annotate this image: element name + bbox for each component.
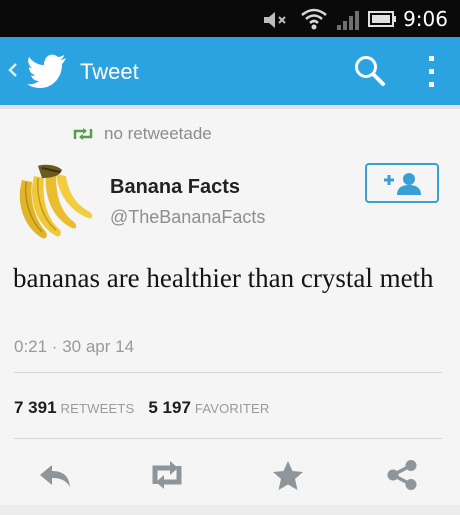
back-icon[interactable]	[6, 57, 20, 83]
share-icon[interactable]	[382, 459, 422, 491]
tweet-timestamp: 0:21 · 30 apr 14	[14, 337, 135, 356]
page-title: Tweet	[80, 59, 139, 84]
add-user-icon	[384, 173, 421, 195]
overflow-menu-icon[interactable]	[422, 53, 442, 91]
twitter-bird-icon[interactable]	[26, 52, 68, 90]
favorites-label[interactable]: FAVORITER	[195, 401, 270, 416]
banana-bunch-image	[19, 164, 93, 239]
divider	[14, 438, 442, 439]
status-bar: 9:06	[0, 0, 460, 37]
search-icon[interactable]	[352, 53, 388, 89]
author-name[interactable]: Banana Facts	[110, 176, 240, 199]
favorites-count[interactable]: 5 197	[148, 398, 191, 417]
action-bar-shadow	[0, 105, 460, 109]
bottom-edge	[0, 505, 460, 515]
tweet-actions	[0, 455, 460, 495]
author-handle[interactable]: @TheBananaFacts	[110, 207, 265, 228]
tweet-text: bananas are healthier than crystal meth	[13, 263, 434, 293]
mute-icon	[264, 12, 286, 28]
signal-icon	[337, 11, 359, 30]
retweets-count[interactable]: 7 391	[14, 398, 57, 417]
divider	[14, 372, 442, 373]
action-bar: Tweet	[0, 37, 460, 105]
retweet-icon[interactable]	[147, 459, 187, 491]
follow-button[interactable]	[365, 163, 439, 203]
avatar[interactable]	[12, 160, 98, 246]
reply-icon[interactable]	[36, 459, 76, 491]
retweets-label[interactable]: RETWEETS	[61, 401, 135, 416]
wifi-icon	[301, 8, 327, 30]
favorite-icon[interactable]	[268, 459, 308, 491]
retweet-context-label: no retweetade	[104, 124, 212, 143]
battery-icon	[368, 11, 396, 27]
retweet-small-icon	[73, 128, 93, 140]
clock: 9:06	[403, 7, 448, 31]
tweet-stats: 7 391 RETWEETS 5 197 FAVORITER	[14, 398, 269, 418]
